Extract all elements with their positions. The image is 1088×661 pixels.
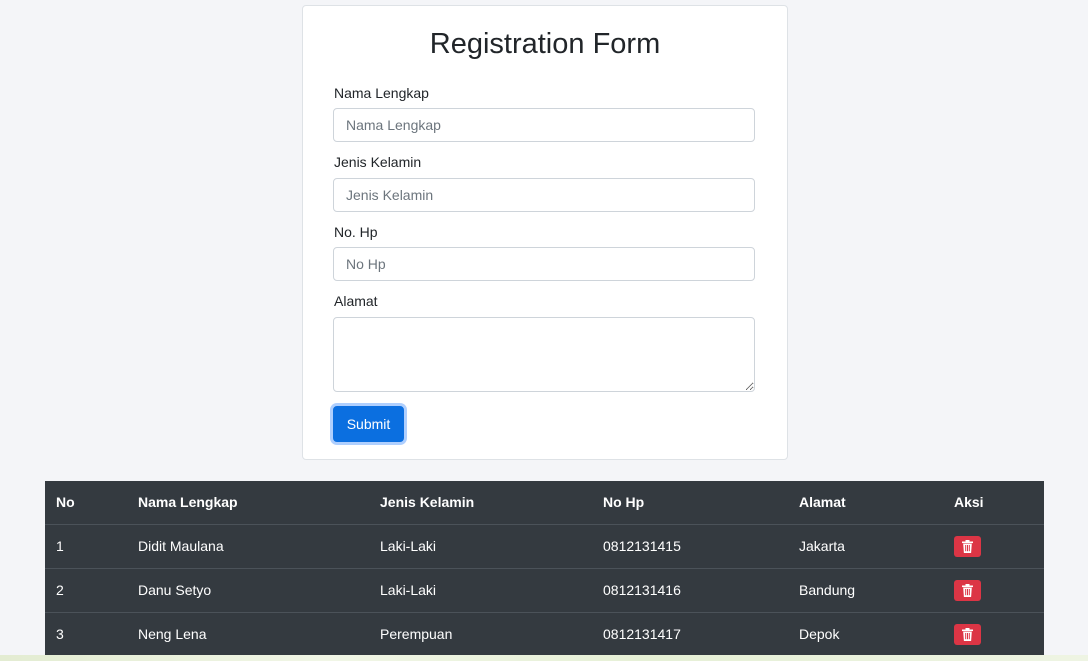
form-title: Registration Form xyxy=(429,28,661,60)
bottom-background-strip xyxy=(0,655,1088,661)
header-jenis-kelamin: Jenis Kelamin xyxy=(369,481,592,525)
trash-icon xyxy=(962,627,973,641)
cell-jenis-kelamin: Laki-Laki xyxy=(369,523,592,568)
cell-no: 1 xyxy=(45,523,127,568)
header-aksi: Aksi xyxy=(943,481,1044,525)
submit-button[interactable]: Submit xyxy=(333,406,404,442)
table-row: 1 Didit Maulana Laki-Laki 0812131415 Jak… xyxy=(45,523,1044,568)
cell-nama-lengkap: Didit Maulana xyxy=(127,523,369,568)
cell-no-hp: 0812131415 xyxy=(592,523,788,568)
cell-nama-lengkap: Danu Setyo xyxy=(127,567,369,612)
table-row: 3 Neng Lena Perempuan 0812131417 Depok xyxy=(45,611,1044,656)
header-no-hp: No Hp xyxy=(592,481,788,525)
header-nama-lengkap: Nama Lengkap xyxy=(127,481,369,525)
delete-button[interactable] xyxy=(954,623,981,645)
jenis-kelamin-label: Jenis Kelamin xyxy=(334,154,422,170)
nama-lengkap-label: Nama Lengkap xyxy=(334,85,429,101)
no-hp-input[interactable] xyxy=(333,247,755,281)
registrations-table: No Nama Lengkap Jenis Kelamin No Hp Alam… xyxy=(45,481,1044,656)
cell-jenis-kelamin: Laki-Laki xyxy=(369,567,592,612)
delete-button[interactable] xyxy=(954,579,981,601)
cell-alamat: Bandung xyxy=(788,567,943,612)
cell-no-hp: 0812131417 xyxy=(592,611,788,656)
cell-nama-lengkap: Neng Lena xyxy=(127,611,369,656)
cell-no: 2 xyxy=(45,567,127,612)
cell-no-hp: 0812131416 xyxy=(592,567,788,612)
header-no: No xyxy=(45,481,127,525)
trash-icon xyxy=(962,539,973,553)
cell-aksi xyxy=(943,611,1044,656)
cell-alamat: Jakarta xyxy=(788,523,943,568)
no-hp-label: No. Hp xyxy=(334,224,378,240)
cell-alamat: Depok xyxy=(788,611,943,656)
registration-form-card: Registration Form Nama Lengkap Jenis Kel… xyxy=(302,5,788,460)
trash-icon xyxy=(962,583,973,597)
nama-lengkap-input[interactable] xyxy=(333,108,755,142)
cell-aksi xyxy=(943,567,1044,612)
table-row: 2 Danu Setyo Laki-Laki 0812131416 Bandun… xyxy=(45,567,1044,612)
delete-button[interactable] xyxy=(954,535,981,557)
cell-no: 3 xyxy=(45,611,127,656)
cell-aksi xyxy=(943,523,1044,568)
jenis-kelamin-input[interactable] xyxy=(333,178,755,212)
table-header-row: No Nama Lengkap Jenis Kelamin No Hp Alam… xyxy=(45,481,1044,525)
alamat-label: Alamat xyxy=(334,293,378,309)
alamat-textarea[interactable] xyxy=(333,317,755,392)
header-alamat: Alamat xyxy=(788,481,943,525)
cell-jenis-kelamin: Perempuan xyxy=(369,611,592,656)
